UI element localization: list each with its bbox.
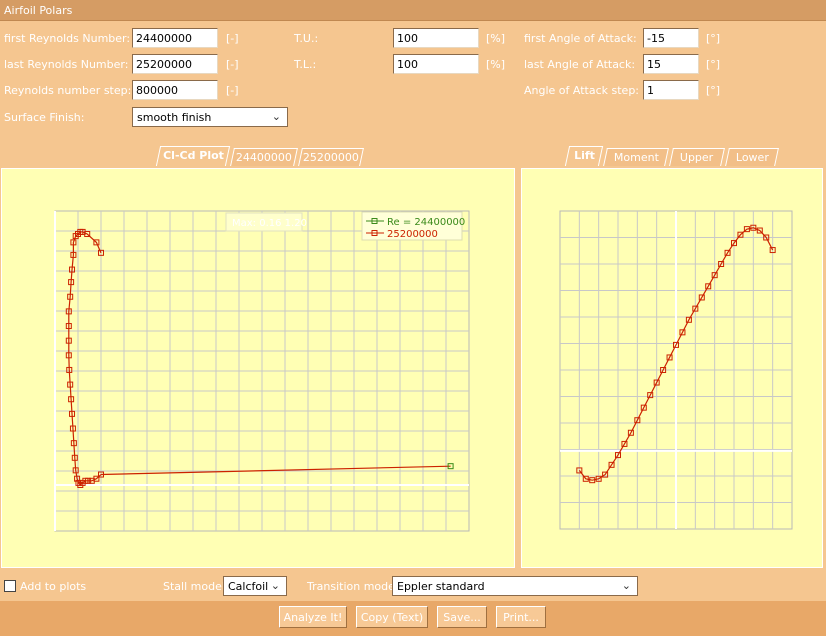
tab-moment[interactable]: Moment	[603, 148, 669, 166]
last-aoa-input[interactable]	[643, 54, 699, 74]
transition-value: Eppler standard	[397, 580, 485, 593]
cl-cd-chart: Max: 0.16 1.20 Re = 2440000025200000	[54, 210, 470, 532]
analyze-button[interactable]: Analyze It!	[279, 606, 347, 628]
save-button[interactable]: Save...	[437, 606, 487, 628]
first-re-input[interactable]	[132, 28, 218, 48]
stall-model-select[interactable]: Calcfoil ⌄	[223, 576, 287, 596]
tl-input[interactable]	[393, 54, 479, 74]
transition-model-select[interactable]: Eppler standard ⌄	[392, 576, 638, 596]
chevron-down-icon: ⌄	[270, 579, 280, 592]
stall-model-label: Stall model:	[163, 580, 229, 593]
last-re-label: last Reynolds Number:	[4, 58, 129, 71]
aoa-step-label: Angle of Attack step:	[524, 84, 640, 97]
first-re-label: first Reynolds Number:	[4, 32, 131, 45]
tab-lift[interactable]: Lift	[564, 146, 604, 166]
cl-cd-chart-panel: Max: 0.16 1.20 Re = 24400000 25200000	[1, 168, 515, 568]
tab-upper[interactable]: Upper	[669, 148, 725, 166]
aoa-step-unit: [°]	[706, 84, 721, 97]
last-re-unit: [-]	[226, 58, 239, 71]
chevron-down-icon: ⌄	[271, 110, 281, 123]
aoa-step-input[interactable]	[643, 80, 699, 100]
surface-label: Surface Finish:	[4, 111, 85, 124]
copy-text-button[interactable]: Copy (Text)	[356, 606, 428, 628]
last-aoa-unit: [°]	[706, 58, 721, 71]
add-to-plots-checkbox[interactable]	[4, 580, 16, 592]
chevron-down-icon: ⌄	[621, 579, 631, 592]
print-button[interactable]: Print...	[496, 606, 546, 628]
series-line-tail	[100, 465, 451, 476]
window-title: Airfoil Polars	[0, 0, 826, 21]
first-aoa-unit: [°]	[706, 32, 721, 45]
add-to-plots-label: Add to plots	[20, 580, 87, 593]
re-step-input[interactable]	[132, 80, 218, 100]
legend-label-2: 25200000	[387, 229, 438, 240]
lift-chart-panel	[521, 168, 823, 568]
lift-chart	[559, 210, 793, 530]
last-aoa-label: last Angle of Attack:	[524, 58, 636, 71]
stall-value: Calcfoil	[228, 580, 269, 593]
tab-lower[interactable]: Lower	[725, 148, 779, 166]
max-tooltip-text: Max: 0.16 1.20	[232, 218, 307, 229]
tu-input[interactable]	[393, 28, 479, 48]
series-line-25200000	[68, 231, 102, 486]
last-re-input[interactable]	[132, 54, 218, 74]
re-step-unit: [-]	[226, 84, 239, 97]
tl-unit: [%]	[486, 58, 506, 71]
re-step-label: Reynolds number step:	[4, 84, 132, 97]
transition-model-label: Transition model:	[307, 580, 402, 593]
tab-cl-cd-plot[interactable]: Cl-Cd Plot	[155, 146, 231, 166]
first-re-unit: [-]	[226, 32, 239, 45]
surface-value: smooth finish	[137, 111, 212, 124]
first-aoa-label: first Angle of Attack:	[524, 32, 637, 45]
tab-re-25200000[interactable]: 25200000	[298, 148, 364, 166]
legend-label-1: Re = 24400000	[387, 217, 465, 228]
surface-finish-select[interactable]: smooth finish ⌄	[132, 107, 288, 127]
first-aoa-input[interactable]	[643, 28, 699, 48]
tab-re-24400000[interactable]: 24400000	[230, 148, 298, 166]
tu-label: T.U.:	[294, 32, 319, 45]
tu-unit: [%]	[486, 32, 506, 45]
tl-label: T.L.:	[294, 58, 317, 71]
